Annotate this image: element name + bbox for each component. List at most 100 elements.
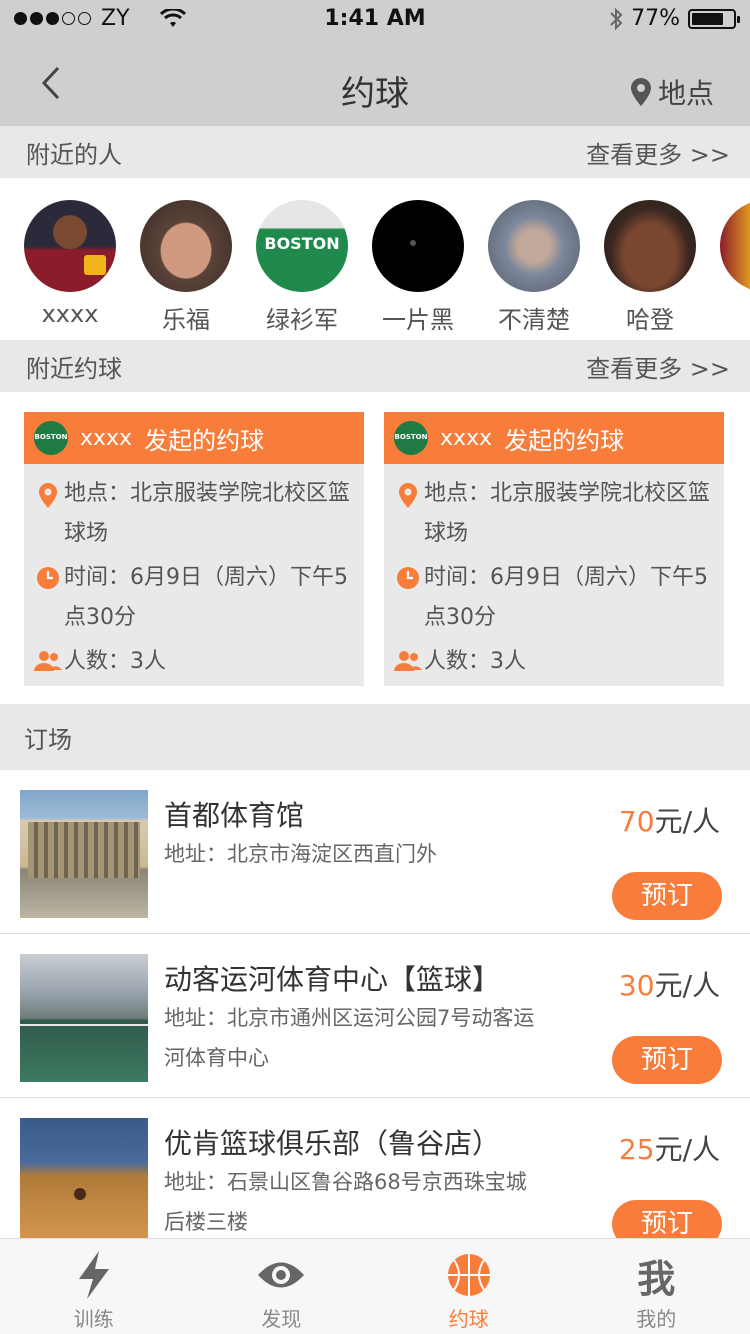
card-people: 人数：3人	[424, 649, 526, 674]
venue-price: 25元/人	[619, 1128, 720, 1168]
group-icon	[394, 651, 422, 671]
section-title: 订场	[24, 725, 72, 754]
avatar	[140, 200, 232, 292]
venue-name: 动客运河体育中心【篮球】	[164, 963, 501, 996]
tab-me[interactable]: 我 我的	[563, 1239, 750, 1334]
book-button[interactable]: 预订	[612, 1036, 722, 1084]
tab-label: 训练	[73, 1307, 114, 1331]
avatar: BOSTON	[34, 421, 68, 455]
person-name: xxxx	[41, 300, 99, 328]
price-unit: 元/人	[654, 969, 720, 1002]
card-time-row: 时间：6月9日（周六）下午5点30分	[384, 554, 724, 638]
location-button[interactable]: 地点	[630, 72, 714, 112]
tab-yueqiu[interactable]: 约球	[375, 1239, 563, 1334]
battery-fill	[692, 12, 723, 25]
book-button[interactable]: 预订	[612, 872, 722, 920]
nearby-games-header: 附近约球 查看更多 >>	[0, 340, 750, 392]
person-item[interactable]: 一片黑	[358, 200, 478, 335]
location-pin-icon	[399, 483, 417, 508]
avatar: BOSTON	[256, 200, 348, 292]
venue-item[interactable]: 动客运河体育中心【篮球】 地址：北京市通州区运河公园7号动客运河体育中心 30元…	[0, 934, 750, 1098]
person-item[interactable]: xxxx	[10, 200, 130, 328]
meetup-cards: BOSTON xxxx 发起的约球 地点：北京服装学院北校区篮球场 时间：6月9…	[0, 394, 750, 704]
venue-photo	[20, 1118, 148, 1238]
booking-header: 订场	[0, 704, 750, 770]
avatar	[604, 200, 696, 292]
lightning-icon	[78, 1251, 109, 1299]
card-location: 地点：北京服装学院北校区篮球场	[64, 481, 351, 546]
venue-photo	[20, 954, 148, 1082]
price-value: 25	[618, 1133, 655, 1166]
location-pin-icon	[39, 483, 57, 508]
tab-discover[interactable]: 发现	[188, 1239, 376, 1334]
person-name: 不清楚	[498, 306, 570, 334]
person-name: 一片黑	[382, 306, 454, 334]
card-location-row: 地点：北京服装学院北校区篮球场	[384, 464, 724, 554]
see-more-link[interactable]: 查看更多 >>	[586, 135, 730, 170]
venue-name: 优肯篮球俱乐部（鲁谷店）	[164, 1127, 501, 1160]
section-title: 附近约球	[26, 354, 122, 383]
location-pin-icon	[630, 78, 651, 106]
card-people-row: 人数：3人	[24, 638, 364, 682]
see-more-link[interactable]: 查看更多 >>	[586, 349, 730, 384]
person-item[interactable]: 乐福	[126, 200, 246, 335]
card-header: BOSTON xxxx 发起的约球	[24, 412, 364, 464]
me-icon: 我	[637, 1256, 676, 1301]
status-bar: ZY 1:41 AM 77%	[0, 0, 750, 40]
venue-item[interactable]: 首都体育馆 地址：北京市海淀区西直门外 70元/人 预订	[0, 770, 750, 934]
section-title: 附近的人	[26, 140, 122, 169]
meetup-card[interactable]: BOSTON xxxx 发起的约球 地点：北京服装学院北校区篮球场 时间：6月9…	[24, 412, 364, 686]
person-item[interactable]: 不清楚	[474, 200, 594, 335]
venue-address: 地址：北京市海淀区西直门外	[164, 842, 437, 866]
card-action: 发起的约球	[504, 426, 625, 455]
person-item-partial[interactable]	[706, 200, 750, 292]
person-item[interactable]: 哈登	[590, 200, 710, 335]
clock-icon	[37, 567, 59, 589]
battery-percent: 77%	[631, 6, 680, 31]
card-time-row: 时间：6月9日（周六）下午5点30分	[24, 554, 364, 638]
avatar	[24, 200, 116, 292]
avatar	[372, 200, 464, 292]
avatar	[720, 200, 750, 292]
bluetooth-icon	[610, 7, 623, 30]
battery-icon	[688, 8, 740, 29]
venue-address: 地址：石景山区鲁谷路68号京西珠宝城后楼三楼	[164, 1170, 527, 1234]
card-location: 地点：北京服装学院北校区篮球场	[424, 481, 711, 546]
card-time: 时间：6月9日（周六）下午5点30分	[424, 565, 708, 630]
venue-item[interactable]: 优肯篮球俱乐部（鲁谷店） 地址：石景山区鲁谷路68号京西珠宝城后楼三楼 25元/…	[0, 1098, 750, 1238]
person-name: 绿衫军	[266, 306, 338, 334]
book-button[interactable]: 预订	[612, 1200, 722, 1238]
person-name: 乐福	[162, 306, 210, 334]
nav-bar: 约球 地点	[0, 40, 750, 126]
card-action: 发起的约球	[144, 426, 265, 455]
venue-list: 首都体育馆 地址：北京市海淀区西直门外 70元/人 预订 动客运河体育中心【篮球…	[0, 770, 750, 1238]
avatar: BOSTON	[394, 421, 428, 455]
venue-address: 地址：北京市通州区运河公园7号动客运河体育中心	[164, 1006, 535, 1070]
basketball-icon	[447, 1254, 490, 1296]
tab-label: 发现	[261, 1307, 302, 1331]
card-user: xxxx	[440, 425, 493, 451]
price-unit: 元/人	[654, 805, 720, 838]
avatar	[488, 200, 580, 292]
people-row: xxxx 乐福 BOSTON 绿衫军 一片黑 不清楚 哈登	[0, 180, 750, 340]
person-item[interactable]: BOSTON 绿衫军	[242, 200, 362, 335]
status-right: 77%	[609, 6, 740, 31]
venue-price: 30元/人	[619, 964, 720, 1004]
card-people-row: 人数：3人	[384, 638, 724, 682]
price-unit: 元/人	[654, 1133, 720, 1166]
tab-training[interactable]: 训练	[0, 1239, 188, 1334]
tab-bar: 训练 发现 约球 我 我的	[0, 1238, 750, 1334]
tab-label: 约球	[448, 1307, 489, 1331]
eye-icon	[258, 1262, 305, 1288]
card-user: xxxx	[80, 425, 133, 451]
tab-label: 我的	[636, 1307, 677, 1331]
group-icon	[34, 651, 62, 671]
clock-icon	[397, 567, 419, 589]
card-location-row: 地点：北京服装学院北校区篮球场	[24, 464, 364, 554]
price-value: 70	[618, 805, 655, 838]
person-name: 哈登	[626, 306, 674, 334]
card-people: 人数：3人	[64, 649, 166, 674]
venue-price: 70元/人	[619, 800, 720, 840]
nearby-people-header: 附近的人 查看更多 >>	[0, 126, 750, 178]
meetup-card[interactable]: BOSTON xxxx 发起的约球 地点：北京服装学院北校区篮球场 时间：6月9…	[384, 412, 724, 686]
